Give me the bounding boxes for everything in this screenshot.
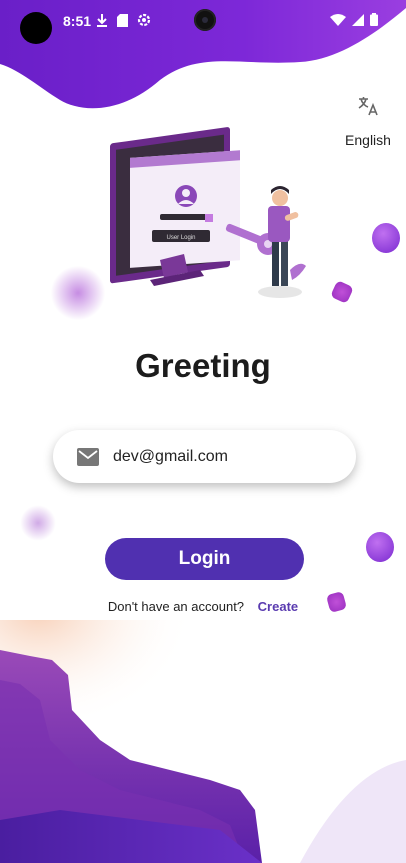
decor-blob	[50, 266, 106, 320]
status-bar: 8:51	[0, 0, 406, 44]
wifi-icon	[330, 13, 346, 26]
camera-cutout	[20, 12, 52, 44]
translate-icon	[358, 97, 378, 116]
status-left-icons	[96, 13, 151, 27]
download-icon	[97, 13, 107, 27]
sd-card-icon	[117, 13, 128, 27]
status-right-icons	[330, 13, 378, 26]
status-time: 8:51	[63, 13, 92, 29]
settings-icon	[137, 13, 151, 27]
create-account-link[interactable]: Create	[258, 599, 298, 614]
signal-icon	[352, 13, 364, 26]
signup-row: Don't have an account? Create	[0, 599, 406, 614]
decor-blob	[366, 532, 394, 562]
login-illustration: User Login	[110, 127, 306, 298]
email-input[interactable]	[113, 447, 333, 466]
page-title: Greeting	[135, 347, 271, 384]
mail-icon	[77, 447, 99, 466]
illustration-screen-label: User Login	[166, 235, 195, 241]
battery-icon	[370, 13, 378, 26]
decor-blob	[372, 223, 400, 253]
language-label: English	[345, 132, 391, 148]
app-screen: 8:51 English User Login Greeting dev@gma…	[0, 0, 406, 863]
decor-blob	[330, 280, 354, 304]
language-selector[interactable]: English	[340, 94, 396, 148]
email-field[interactable]	[53, 430, 356, 483]
decor-blob	[20, 505, 56, 541]
bottom-landscape	[0, 620, 406, 863]
front-camera	[194, 9, 216, 31]
signup-prompt: Don't have an account?	[107, 599, 245, 614]
login-button[interactable]: Login	[105, 538, 304, 580]
